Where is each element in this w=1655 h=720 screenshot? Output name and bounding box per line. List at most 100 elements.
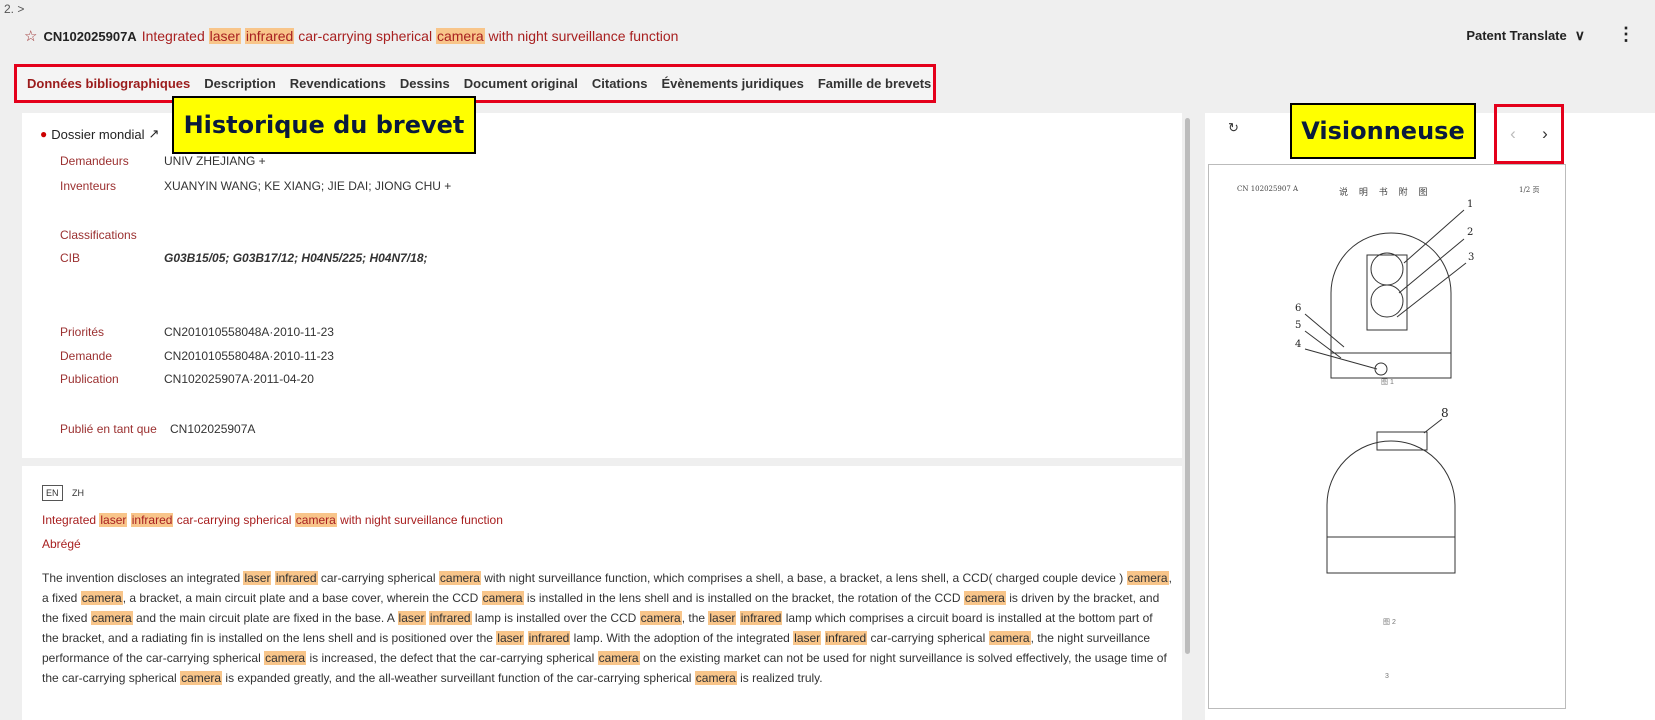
abstract-body: The invention discloses an integrated la… <box>42 568 1172 688</box>
lang-zh-button[interactable]: ZH <box>69 485 87 501</box>
text-segment: lamp. With the adoption of the integrate… <box>570 631 794 645</box>
highlighted-term: laser <box>708 611 737 625</box>
highlighted-term: laser <box>208 28 241 44</box>
abstract-panel: EN ZH Integrated laser infrared car-carr… <box>22 466 1182 720</box>
priorities-row: Priorités CN201010558048A·2010-11-23 <box>60 325 334 339</box>
text-segment: , a bracket, a main circuit plate and a … <box>122 591 482 605</box>
dossier-mondial-link[interactable]: ● Dossier mondial ↗ <box>40 126 159 142</box>
publication-label: Publication <box>60 372 119 386</box>
highlighted-term: infrared <box>428 611 472 625</box>
leader-2 <box>1398 238 1465 294</box>
chevron-down-icon: ∨ <box>1574 27 1585 43</box>
callout-4: 4 <box>1295 339 1301 350</box>
highlighted-term: infrared <box>527 631 571 645</box>
fig1-ccd <box>1370 284 1404 318</box>
inventors-row: Inventeurs XUANYIN WANG; KE XIANG; JIE D… <box>60 179 451 193</box>
fig1-shell <box>1330 232 1452 353</box>
highlighted-term: camera <box>80 591 123 605</box>
kebab-icon[interactable]: ⋮ <box>1617 24 1635 45</box>
applicants-label: Demandeurs <box>60 154 129 168</box>
highlighted-term: camera <box>639 611 682 625</box>
leader-8 <box>1423 418 1443 434</box>
highlighted-term: camera <box>294 513 337 527</box>
highlighted-term: infrared <box>130 513 174 527</box>
leader-4 <box>1304 348 1378 370</box>
highlighted-term: camera <box>988 631 1031 645</box>
tab-6[interactable]: Évènements juridiques <box>661 76 803 91</box>
star-icon[interactable]: ☆ <box>24 27 37 45</box>
publication-row: Publication CN102025907A·2011-04-20 <box>60 372 314 386</box>
next-page-icon[interactable]: › <box>1542 124 1548 144</box>
text-segment: with night surveillance function <box>484 28 679 44</box>
text-segment <box>821 631 824 645</box>
abstract-heading: Abrégé <box>42 537 81 551</box>
patent-title: Integrated laser infrared car-carrying s… <box>141 28 679 44</box>
text-segment: and the main circuit plate are fixed in … <box>132 611 398 625</box>
published-as-label: Publié en tant que <box>60 422 157 436</box>
patent-translate-label: Patent Translate <box>1466 28 1567 43</box>
highlighted-term: camera <box>481 591 524 605</box>
tab-1[interactable]: Description <box>204 76 276 91</box>
viewer-annotation-label: Visionneuse <box>1290 103 1476 159</box>
tab-3[interactable]: Dessins <box>400 76 450 91</box>
callout-6: 6 <box>1295 303 1301 314</box>
highlighted-term: laser <box>496 631 525 645</box>
text-segment: is realized truly. <box>736 671 823 685</box>
text-segment: car-carrying spherical <box>294 28 436 44</box>
previous-page-icon[interactable]: ‹ <box>1510 124 1516 144</box>
highlighted-term: camera <box>90 611 133 625</box>
text-segment: lamp is installed over the CCD <box>471 611 640 625</box>
tab-5[interactable]: Citations <box>592 76 648 91</box>
cib-row: CIB G03B15/05; G03B17/12; H04N5/225; H04… <box>60 251 427 265</box>
highlighted-term: camera <box>694 671 737 685</box>
refresh-icon[interactable]: ↻ <box>1228 120 1239 136</box>
tab-0[interactable]: Données bibliographiques <box>27 76 190 91</box>
history-annotation-label: Historique du brevet <box>172 96 476 154</box>
priorities-label: Priorités <box>60 325 105 339</box>
highlighted-term: laser <box>243 571 272 585</box>
viewer-navigation: ‹ › <box>1494 104 1564 164</box>
text-segment: Integrated <box>141 28 209 44</box>
abstract-title: Integrated laser infrared car-carrying s… <box>42 513 503 527</box>
text-segment: with night surveillance function <box>336 513 503 527</box>
callout-5: 5 <box>1295 320 1301 331</box>
fig1-base <box>1330 352 1452 379</box>
main-scrollbar[interactable] <box>1185 118 1190 654</box>
page-footer: 3 <box>1385 673 1389 680</box>
highlighted-term: infrared <box>739 611 783 625</box>
highlighted-term: camera <box>1126 571 1169 585</box>
text-segment: with night surveillance function, which … <box>480 571 1127 585</box>
patent-translate-dropdown[interactable]: Patent Translate ∨ <box>1466 27 1585 44</box>
lang-en-button[interactable]: EN <box>42 485 63 501</box>
published-as-value[interactable]: CN102025907A <box>170 422 255 436</box>
text-segment: is installed in the lens shell and is in… <box>523 591 964 605</box>
tab-2[interactable]: Revendications <box>290 76 386 91</box>
highlighted-term: infrared <box>274 571 318 585</box>
highlighted-term: camera <box>963 591 1006 605</box>
text-segment: , the <box>681 611 709 625</box>
publication-value: CN102025907A·2011-04-20 <box>164 372 314 386</box>
tab-7[interactable]: Famille de brevets <box>818 76 931 91</box>
highlighted-term: camera <box>597 651 640 665</box>
callout-2: 2 <box>1467 227 1473 238</box>
text-segment: is increased, the defect that the car-ca… <box>306 651 598 665</box>
applicants-value[interactable]: UNIV ZHEJIANG + <box>164 154 266 168</box>
classifications-heading: Classifications <box>60 228 137 242</box>
highlighted-term: laser <box>99 513 128 527</box>
inventors-value[interactable]: XUANYIN WANG; KE XIANG; JIE DAI; JIONG C… <box>164 179 451 193</box>
dossier-label: Dossier mondial <box>51 126 145 142</box>
application-row: Demande CN201010558048A·2010-11-23 <box>60 349 334 363</box>
cib-value[interactable]: G03B15/05; G03B17/12; H04N5/225; H04N7/1… <box>164 251 427 265</box>
fig2-shell <box>1326 440 1456 537</box>
bibliographic-panel: ● Dossier mondial ↗ Demandeurs UNIV ZHEJ… <box>22 113 1182 458</box>
highlighted-term: camera <box>438 571 481 585</box>
applicants-row: Demandeurs UNIV ZHEJIANG + <box>60 154 266 168</box>
drawing-page[interactable]: CN 102025907 A 说 明 书 附 图 1/2 页 1 2 3 6 5… <box>1208 164 1566 709</box>
breadcrumb[interactable]: 2. > <box>4 2 24 16</box>
tab-4[interactable]: Document original <box>464 76 578 91</box>
application-label: Demande <box>60 349 113 363</box>
text-segment: car-carrying spherical <box>173 513 295 527</box>
highlighted-term: infrared <box>824 631 868 645</box>
highlighted-term: camera <box>264 651 307 665</box>
fig2-base <box>1326 536 1456 574</box>
